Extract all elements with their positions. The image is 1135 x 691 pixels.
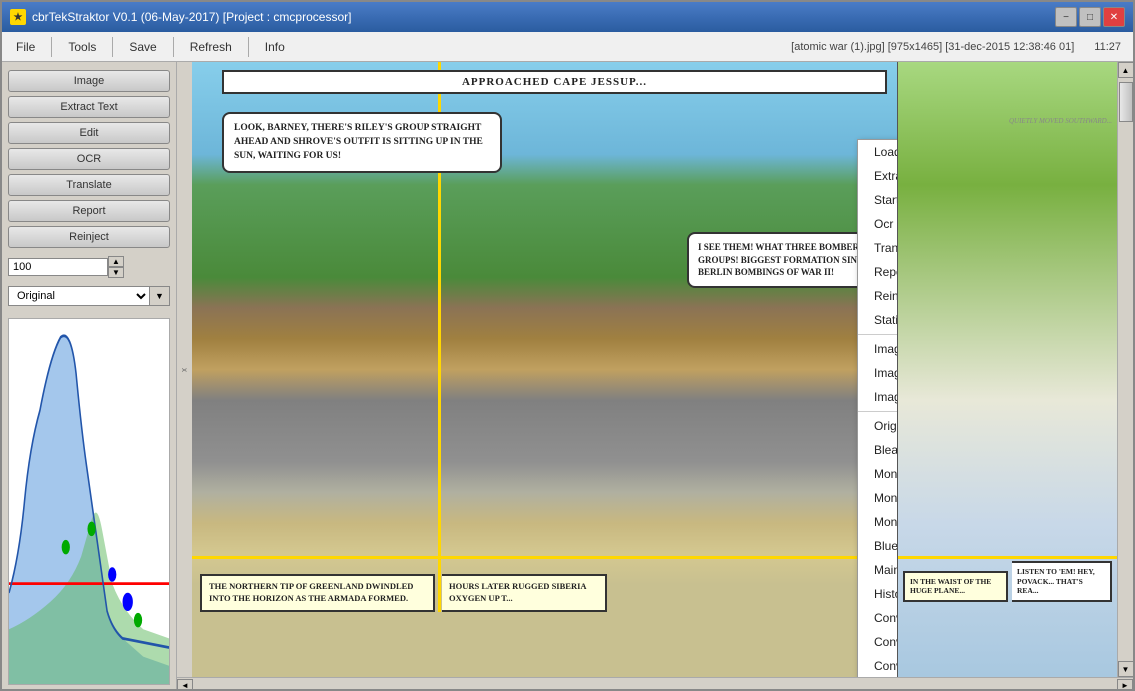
zoom-input[interactable] [8,258,108,276]
ctx-item-convolution-sharpen[interactable]: Convolution sharpen [858,654,897,677]
window-title: cbrTekStraktor V0.1 (06-May-2017) [Proje… [32,10,351,24]
ctx-separator-12 [858,411,897,412]
right-text-label: QUIETLY MOVED SOUTHWARD... [1009,117,1112,125]
right-caption: IN THE WAIST OF THE HUGE PLANE... [903,571,1008,603]
title-bar-left: ★ cbrTekStraktor V0.1 (06-May-2017) [Pro… [10,9,351,25]
ctx-item-convolution-glow[interactable]: Convolution glow [858,606,897,630]
ctx-item-bleached[interactable]: Bleached [858,438,897,462]
margin-text: x [180,368,189,372]
image-button[interactable]: Image [8,70,170,92]
scroll-up-button[interactable]: ▲ [1118,62,1134,78]
menu-refresh[interactable]: Refresh [176,32,246,61]
ctx-separator-8 [858,334,897,335]
ctx-item-convolution-edge[interactable]: Convolution edge [858,630,897,654]
minimize-button[interactable]: − [1055,7,1077,27]
close-button[interactable]: ✕ [1103,7,1125,27]
ctx-item-reinject[interactable]: Reinject [858,284,897,308]
maximize-button[interactable]: □ [1079,7,1101,27]
menu-bar-right: [atomic war (1).jpg] [975x1465] [31-dec-… [791,41,1133,53]
ctx-item-image-refresh[interactable]: Image refresh [858,337,897,361]
menu-separator-4 [248,37,249,57]
spinner-buttons: ▲ ▼ [108,256,124,278]
reinject-button[interactable]: Reinject [8,226,170,248]
scroll-down-button[interactable]: ▼ [1118,661,1134,677]
right-image-strip: QUIETLY MOVED SOUTHWARD... IN THE WAIST … [897,62,1117,677]
app-icon: ★ [10,9,26,25]
scroll-right-button[interactable]: ► [1117,679,1133,691]
image-row: x APPROACHED CAPE JESSUP... LOOK, BARNEY… [177,62,1133,677]
context-menu: Load imageExtract textStart editOcrTrans… [857,139,897,677]
left-margin: x [177,62,192,677]
edit-button[interactable]: Edit [8,122,170,144]
ctx-item-ocr[interactable]: Ocr [858,212,897,236]
zoom-spinner-row: ▲ ▼ [8,256,170,278]
ocr-button[interactable]: OCR [8,148,170,170]
menu-separator-2 [112,37,113,57]
menu-tools[interactable]: Tools [54,32,110,61]
right-speech: LISTEN TO 'EM! HEY, POVACK... THAT'S REA… [1012,561,1112,602]
ctx-item-extract-text[interactable]: Extract text [858,164,897,188]
ctx-item-image-save[interactable]: Image save [858,361,897,385]
app-window: ★ cbrTekStraktor V0.1 (06-May-2017) [Pro… [0,0,1135,691]
spinner-down-button[interactable]: ▼ [108,267,124,278]
ctx-item-blueprint[interactable]: Blueprint [858,534,897,558]
scroll-left-button[interactable]: ◄ [177,679,193,691]
menu-separator-3 [173,37,174,57]
scroll-track [193,679,1117,691]
comic-caption-1: THE NORTHERN TIP OF GREENLAND DWINDLED I… [200,574,435,612]
window-controls: − □ ✕ [1055,7,1125,27]
menu-separator-1 [51,37,52,57]
content-area: Image Extract Text Edit OCR Translate Re… [2,62,1133,691]
view-dropdown[interactable]: Original Bleached Monochrome otsu [8,286,150,306]
dropdown-arrow-icon[interactable]: ▼ [150,286,170,306]
spinner-up-button[interactable]: ▲ [108,256,124,267]
ctx-item-mainframe[interactable]: Mainframe [858,558,897,582]
ctx-item-load-image[interactable]: Load image [858,140,897,164]
file-info: [atomic war (1).jpg] [975x1465] [31-dec-… [791,41,1074,53]
comic-top-banner: APPROACHED CAPE JESSUP... [222,70,887,94]
ctx-item-image-info[interactable]: Image info [858,385,897,409]
ctx-item-monochrome-sauvola[interactable]: Monochrome sauvola [858,510,897,534]
ctx-item-start-edit[interactable]: Start edit [858,188,897,212]
comic-caption-2: HOURS LATER RUGGED SIBERIA OXYGEN UP T..… [442,574,607,612]
view-dropdown-row: Original Bleached Monochrome otsu ▼ [8,286,170,306]
ctx-item-translate[interactable]: Translate [858,236,897,260]
bottom-scrollbar[interactable]: ◄ ► [177,677,1133,691]
comic-bubble-1: LOOK, BARNEY, THERE'S RILEY'S GROUP STRA… [222,112,502,173]
image-and-scroll: x APPROACHED CAPE JESSUP... LOOK, BARNEY… [177,62,1133,691]
graph-area [8,318,170,685]
ctx-item-monochrome-niblak[interactable]: Monochrome niblak [858,486,897,510]
report-button[interactable]: Report [8,200,170,222]
title-bar: ★ cbrTekStraktor V0.1 (06-May-2017) [Pro… [2,2,1133,32]
ctx-item-histogram-equalisation[interactable]: Histogram equalisation [858,582,897,606]
left-sidebar: Image Extract Text Edit OCR Translate Re… [2,62,177,691]
ctx-item-report[interactable]: Report [858,260,897,284]
right-scrollbar[interactable]: ▲ ▼ [1117,62,1133,677]
ctx-item-original[interactable]: Original [858,414,897,438]
menu-save[interactable]: Save [115,32,170,61]
panel-divider-h [192,556,897,559]
scroll-thumb[interactable] [1119,82,1133,122]
menu-bar: File Tools Save Refresh Info [atomic war… [2,32,1133,62]
right-panel-divider [898,556,1117,559]
clock-display: 11:27 [1094,41,1121,53]
translate-button[interactable]: Translate [8,174,170,196]
main-image-area: APPROACHED CAPE JESSUP... LOOK, BARNEY, … [192,62,897,677]
extract-text-button[interactable]: Extract Text [8,96,170,118]
ctx-item-statistics[interactable]: Statistics [858,308,897,332]
menu-file[interactable]: File [2,32,49,61]
ctx-item-monochrome-otsu[interactable]: Monochrome otsu [858,462,897,486]
comic-bubble-2: I SEE THEM! WHAT THREE BOMBER GROUPS! BI… [687,232,882,288]
menu-info[interactable]: Info [251,32,299,61]
